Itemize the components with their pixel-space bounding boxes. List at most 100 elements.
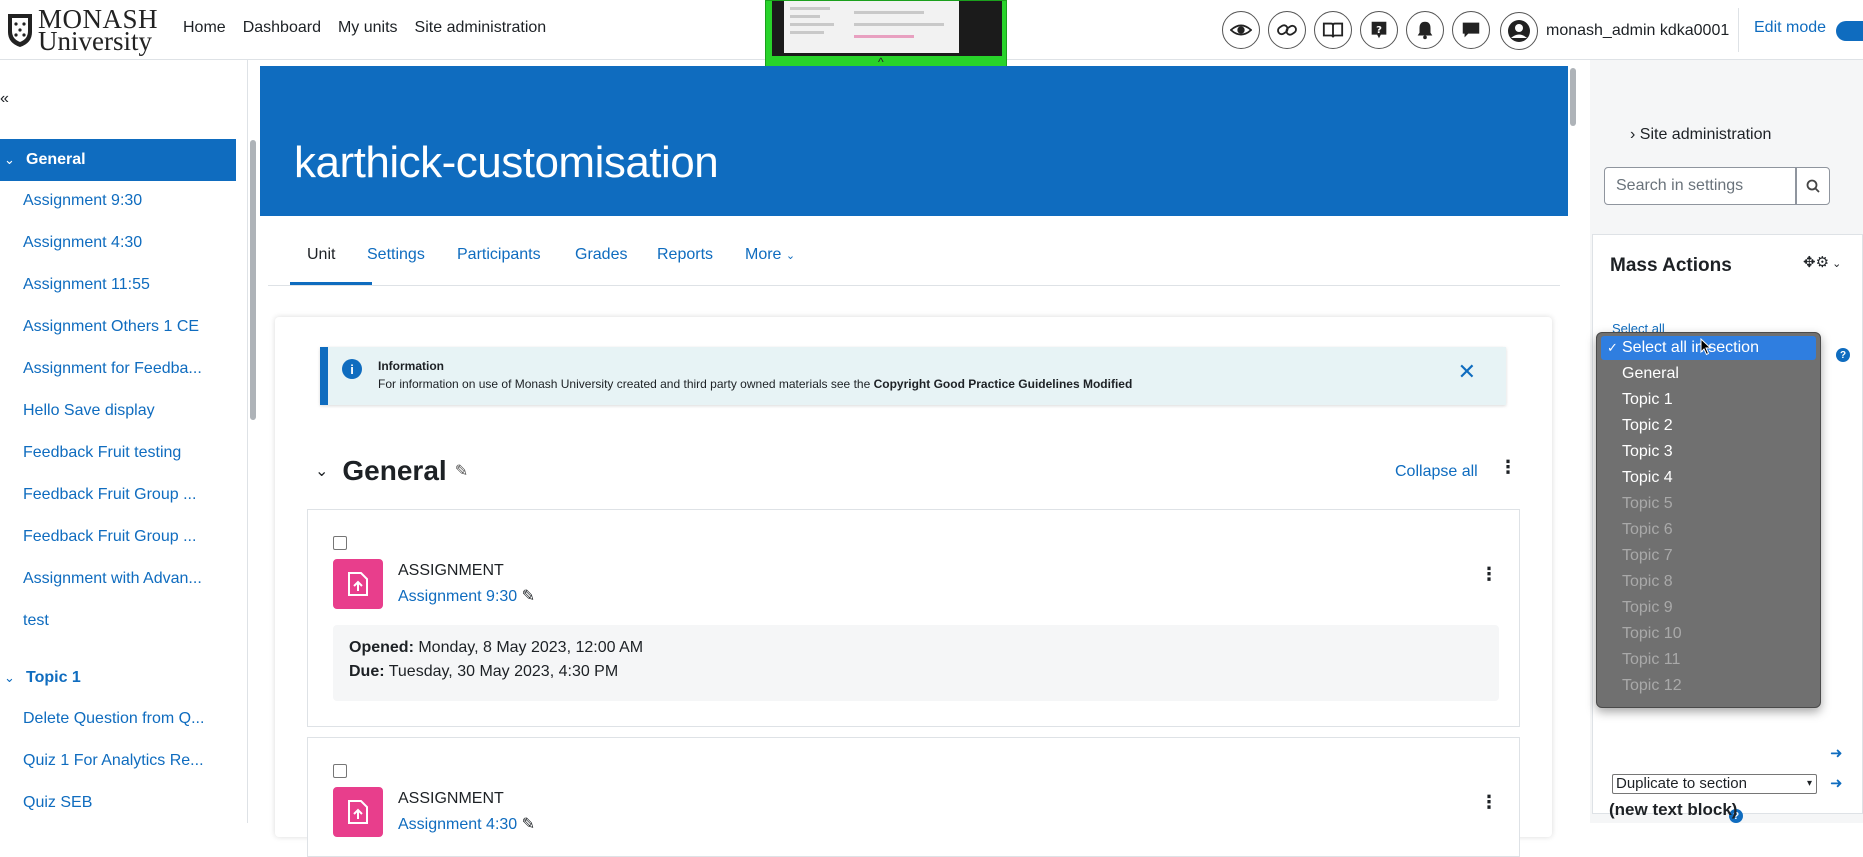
dropdown-option: Topic 11 [1622,651,1681,668]
tab-more-label[interactable]: More [745,246,781,263]
chat-icon[interactable] [1452,11,1490,49]
chevron-down-icon[interactable]: ⌄ [4,670,18,686]
course-header-banner: karthick-customisation [260,66,1568,216]
tab-grades[interactable]: Grades [575,246,627,264]
course-index-section-topic-1[interactable]: ⌄ Topic 1 [0,657,236,699]
dropdown-option: Topic 8 [1622,573,1673,590]
course-index-section-general[interactable]: ⌄ General [0,139,236,181]
eye-icon[interactable] [1222,11,1260,49]
close-icon[interactable]: ✕ [1458,359,1476,385]
admin-crumb-label[interactable]: Site administration [1640,126,1772,143]
assignment-icon [333,787,383,837]
pencil-icon[interactable]: ✎ [455,461,468,481]
section-label[interactable]: General [26,151,86,169]
dropdown-option[interactable]: Topic 1 [1601,388,1816,412]
tab-more[interactable]: More ⌄ [745,246,795,264]
opened-label: Opened: [349,639,414,656]
course-title: karthick-customisation [294,138,719,187]
dropdown-option: Topic 7 [1622,547,1673,564]
activity-name[interactable]: Assignment 4:30 ✎ [398,814,535,834]
course-index-item[interactable]: Hello Save display [23,402,155,420]
course-index-item[interactable]: Assignment 9:30 [23,192,142,210]
activity-type: ASSIGNMENT [398,562,504,579]
chevron-down-icon[interactable]: ⌄ [315,461,328,481]
activity-card: ASSIGNMENT Assignment 9:30 ✎ ⋮ Opened: M… [307,509,1520,727]
monash-logo[interactable]: MONASH University [6,6,158,56]
block-controls: ✥⚙ ⌄ [1803,253,1841,271]
settings-search-input[interactable]: Search in settings [1604,167,1796,205]
arrow-right-icon[interactable]: ➜ [1830,744,1843,762]
dropdown-option: Topic 6 [1622,521,1673,538]
chevron-down-icon[interactable]: ⌄ [4,152,18,168]
collapse-all-link[interactable]: Collapse all [1395,463,1478,481]
select-section-dropdown[interactable]: ✓ Select all in section General Topic 1 T… [1596,332,1821,708]
course-index-item[interactable]: Feedback Fruit Group ... [23,528,196,546]
course-index-item[interactable]: Assignment Others 1 CE [23,318,199,336]
course-index-item[interactable]: Assignment for Feedba... [23,360,202,378]
tab-settings[interactable]: Settings [367,246,425,264]
activity-name-link[interactable]: Assignment 9:30 [398,588,517,605]
pencil-icon[interactable]: ✎ [522,588,535,605]
duplicate-to-section-select[interactable]: Duplicate to section ▾ [1612,774,1817,794]
move-icon[interactable]: ✥ [1803,254,1816,271]
pencil-icon[interactable]: ✎ [522,816,535,833]
course-index-item[interactable]: Assignment 11:55 [23,276,150,294]
section-label[interactable]: Topic 1 [26,669,81,687]
course-index-item[interactable]: Quiz SEB [23,794,92,812]
course-index-item[interactable]: Feedback Fruit testing [23,444,181,462]
link-icon[interactable] [1268,11,1306,49]
screen-preview-thumbnail[interactable]: ^ [765,0,1007,70]
avatar[interactable] [1500,12,1538,50]
course-content: i Information For information on use of … [275,317,1552,857]
admin-crumb[interactable]: › Site administration [1630,126,1771,144]
course-index-item[interactable]: Feedback Fruit Group ... [23,486,196,504]
course-index-item[interactable]: test [23,612,49,630]
block-title: Mass Actions [1610,255,1732,276]
search-button[interactable] [1796,167,1830,205]
course-index-item[interactable]: Quiz 1 For Analytics Re... [23,752,204,770]
tab-reports[interactable]: Reports [657,246,713,264]
book-icon[interactable] [1314,11,1352,49]
section-kebab-menu-icon[interactable]: ⋮ [1499,457,1517,478]
dropdown-option[interactable]: Topic 3 [1601,440,1816,464]
secondary-navigation: Unit Settings Participants Grades Report… [268,216,1560,286]
nav-my-units[interactable]: My units [338,19,398,37]
section-title: General [342,455,447,486]
activity-kebab-menu-icon[interactable]: ⋮ [1480,564,1498,585]
activity-name-link[interactable]: Assignment 4:30 [398,816,517,833]
help-icon[interactable]: ? [1360,11,1398,49]
chevron-down-icon: ⌄ [785,250,796,262]
help-icon[interactable]: ? [1836,348,1850,362]
dropdown-option[interactable]: Topic 4 [1601,466,1816,490]
chevron-down-icon[interactable]: ⌄ [1829,258,1841,270]
notice-link[interactable]: Copyright Good Practice Guidelines Modif… [874,377,1133,391]
svg-text:?: ? [1376,25,1382,36]
course-index-scrollbar[interactable] [250,140,256,420]
nav-site-administration[interactable]: Site administration [415,19,547,37]
nav-home[interactable]: Home [183,19,226,37]
user-menu[interactable]: monash_admin kdka0001 [1500,12,1729,50]
dropdown-option[interactable]: Topic 2 [1601,414,1816,438]
activity-name[interactable]: Assignment 9:30 ✎ [398,586,535,606]
activity-checkbox[interactable] [333,536,347,550]
nav-dashboard[interactable]: Dashboard [243,19,321,37]
page-scrollbar[interactable] [1570,68,1576,126]
edit-mode-toggle[interactable] [1836,21,1863,41]
activity-checkbox[interactable] [333,764,347,778]
activity-kebab-menu-icon[interactable]: ⋮ [1480,792,1498,813]
tab-participants[interactable]: Participants [457,246,541,264]
notice-body: For information on use of Monash Univers… [378,377,1132,391]
dropdown-option[interactable]: General [1601,362,1816,386]
gear-icon[interactable]: ⚙ [1816,254,1829,271]
close-drawer-icon[interactable]: « [0,90,9,108]
edit-mode-label[interactable]: Edit mode [1754,19,1826,37]
logo-text-line2: University [38,26,152,56]
user-name[interactable]: monash_admin kdka0001 [1546,22,1729,40]
course-index-item[interactable]: Assignment 4:30 [23,234,142,252]
tab-unit[interactable]: Unit [307,246,335,264]
course-index-item[interactable]: Assignment with Advan... [23,570,202,588]
activity-card: ASSIGNMENT Assignment 4:30 ✎ ⋮ [307,737,1520,857]
arrow-right-icon[interactable]: ➜ [1830,774,1843,792]
course-index-item[interactable]: Delete Question from Q... [23,710,204,728]
bell-icon[interactable] [1406,11,1444,49]
